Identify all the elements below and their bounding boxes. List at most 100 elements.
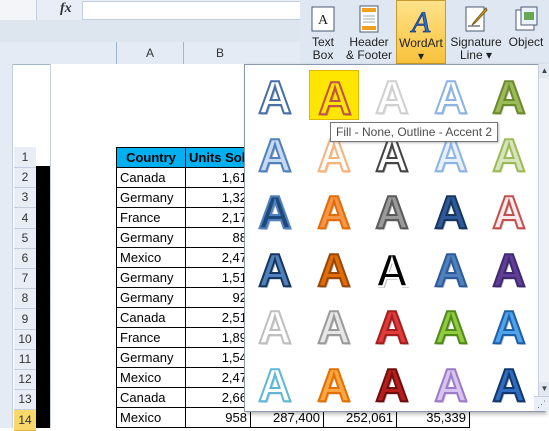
row-header-3[interactable]: 3 [14,187,36,209]
row-header-1[interactable]: 1 [14,147,36,168]
cell-value[interactable]: 1,61 [185,167,251,188]
wordart-a-icon: AA [491,300,527,350]
header-footer-icon [359,5,379,33]
wordart-style-fill-blue-mid[interactable]: AA [426,243,476,293]
svg-text:A: A [317,244,350,293]
cell-value[interactable]: 1,89 [185,327,251,348]
wordart-style-fill-blue-reflect[interactable]: AA [484,300,534,350]
row-header-2[interactable]: 2 [14,167,36,189]
header-units-sold[interactable]: Units Sol [185,147,251,168]
wordart-style-outline-white[interactable]: AA [367,70,417,120]
cell-country[interactable]: Mexico [116,407,186,428]
wordart-style-outline-orange-selected[interactable]: AA [308,70,359,121]
wordart-style-fill-orange-bright[interactable]: AA [309,358,359,408]
resize-grip-icon[interactable]: ⋰ [534,396,549,411]
cell-country[interactable]: Canada [116,387,186,408]
wordart-style-gradient-blue[interactable]: AA [250,128,300,178]
wordart-style-fill-red-dark[interactable]: AA [367,358,417,408]
cell-country[interactable]: Canada [116,167,186,188]
cell-value[interactable]: 958 [185,407,251,428]
cell-value[interactable]: 1,32 [185,187,251,208]
wordart-a-icon: AA [433,70,469,120]
svg-text:A: A [434,244,467,293]
cell-value[interactable]: 2,17 [185,207,251,228]
text-box-label-2: Box [312,48,334,62]
cell-value[interactable]: 1,54 [185,347,251,368]
header-footer-label-2: & Footer [345,48,393,62]
wordart-style-fill-orange-dark[interactable]: AA [309,243,359,293]
cell-value[interactable]: 2,66 [185,387,251,408]
cell-country[interactable]: Germany [116,267,186,288]
cell-country[interactable]: Mexico [116,367,186,388]
cell-country[interactable]: France [116,327,186,348]
column-header-a[interactable]: A [116,42,183,64]
wordart-a-icon: AA [374,185,410,235]
wordart-style-fill-green-bright[interactable]: AA [426,300,476,350]
wordart-style-fill-gray[interactable]: AA [367,185,417,235]
svg-text:A: A [492,301,525,350]
formula-input[interactable] [82,1,302,20]
cell-value[interactable]: 92 [185,287,251,308]
row-header-4[interactable]: 4 [14,208,36,229]
wordart-style-fill-lavender[interactable]: AA [426,358,476,408]
wordart-button[interactable]: A WordArt ▾ [396,0,446,64]
row-header-11[interactable]: 11 [14,349,36,370]
fx-icon[interactable]: fx [60,1,72,17]
signature-line-button[interactable]: Signature Line ▾ [446,0,506,64]
wordart-a-icon: AA [491,185,527,235]
cell-value[interactable]: 2,47 [185,367,251,388]
row-header-10[interactable]: 10 [14,329,36,350]
wordart-style-fill-orange[interactable]: AA [309,185,359,235]
insert-ribbon: A Text Box Header & Footer A WordArt ▾ S… [300,0,549,65]
object-icon [515,6,538,31]
wordart-style-fill-black[interactable]: AA [367,243,417,293]
row-header-13[interactable]: 13 [14,389,36,411]
name-box[interactable] [0,0,37,20]
wordart-style-outline-blue[interactable]: AA [250,70,300,120]
wordart-style-fill-blue-shadow[interactable]: AA [250,243,300,293]
object-label: Object [508,35,544,49]
cell-country[interactable]: Mexico [116,247,186,268]
wordart-style-fill-purple[interactable]: AA [484,243,534,293]
wordart-style-outline-red[interactable]: AA [484,185,534,235]
object-button[interactable]: Object [506,0,546,64]
header-country[interactable]: Country [116,147,186,168]
wordart-a-icon: AA [257,128,293,178]
cell-value[interactable]: 2,51 [185,307,251,328]
cell-country[interactable]: Germany [116,287,186,308]
scroll-down-icon[interactable]: ▼ [539,382,549,396]
svg-text:A: A [317,359,350,408]
cell-value[interactable]: 2,47 [185,247,251,268]
row-header-8[interactable]: 8 [14,288,36,310]
cell-country[interactable]: Germany [116,187,186,208]
wordart-style-fill-blue-dark[interactable]: AA [426,185,476,235]
wordart-style-outline-white-gray[interactable]: AA [250,300,300,350]
wordart-style-fill-silver[interactable]: AA [309,300,359,350]
wordart-style-outline-blue-light[interactable]: AA [426,70,476,120]
svg-text:A: A [410,6,431,35]
wordart-style-fill-blue-deep[interactable]: AA [484,358,534,408]
wordart-style-fill-green[interactable]: AA [484,70,534,120]
cell-country[interactable]: Canada [116,307,186,328]
cell-country[interactable]: France [116,207,186,228]
cell-country[interactable]: Germany [116,227,186,248]
column-header-b[interactable]: B [183,42,256,64]
wordart-style-fill-red[interactable]: AA [367,300,417,350]
row-header-6[interactable]: 6 [14,248,36,269]
row-header-5[interactable]: 5 [14,228,36,249]
text-box-button[interactable]: A Text Box [304,0,342,64]
cell-country[interactable]: Germany [116,347,186,368]
cell-value[interactable]: 88 [185,227,251,248]
gallery-scrollbar[interactable]: ▲ ▼ [538,64,549,410]
row-header-12[interactable]: 12 [14,369,36,391]
row-header-9[interactable]: 9 [14,309,36,330]
header-footer-button[interactable]: Header & Footer [344,0,394,64]
cell-value[interactable]: 1,51 [185,267,251,288]
row-header-7[interactable]: 7 [14,268,36,290]
wordart-a-icon: AA [374,243,410,293]
signature-pen-icon [465,6,488,32]
scroll-up-icon[interactable]: ▲ [539,64,549,78]
wordart-style-outline-cyan[interactable]: AA [250,358,300,408]
wordart-style-fill-blue[interactable]: AA [250,185,300,235]
row-header-14[interactable]: 14 [14,409,36,431]
